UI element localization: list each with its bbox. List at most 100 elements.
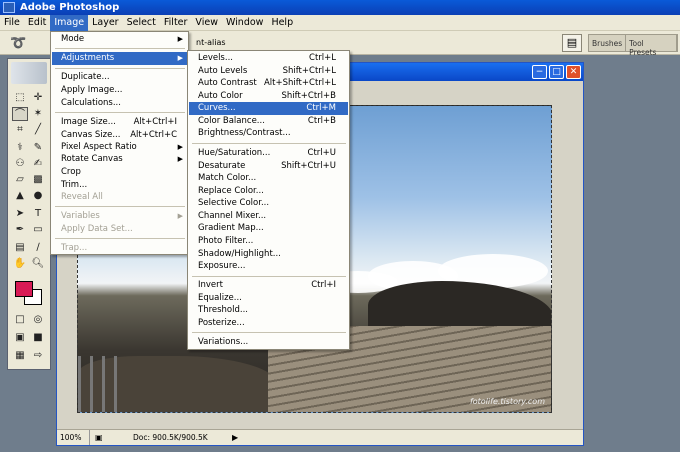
blur-icon[interactable]: ▲ (12, 189, 28, 203)
menu-item-color-balance[interactable]: Color Balance... Ctrl+B (189, 115, 348, 128)
jump-to-imageready-icon[interactable]: ⇨ (30, 349, 46, 363)
menu-item-mode[interactable]: Mode ▶ (52, 33, 187, 46)
menu-item-desaturate[interactable]: Desaturate Shift+Ctrl+U (189, 160, 348, 173)
slice-icon[interactable]: ╱ (30, 123, 46, 137)
menu-item-match-color[interactable]: Match Color... (189, 172, 348, 185)
menu-item-threshold[interactable]: Threshold... (189, 304, 348, 317)
menu-item-levels[interactable]: Levels... Ctrl+L (189, 52, 348, 65)
menu-item-apply-image[interactable]: Apply Image... (52, 84, 187, 97)
submenu-arrow-icon: ▶ (177, 54, 183, 62)
move-icon[interactable]: ✛ (30, 91, 46, 105)
screen-mode-standard-icon[interactable]: ▣ (12, 331, 28, 345)
quick-mask-icon[interactable]: ◎ (30, 313, 46, 327)
crop-icon[interactable]: ⌗ (12, 123, 28, 137)
menu-window[interactable]: Window (222, 15, 267, 31)
menu-item-gradient-map[interactable]: Gradient Map... (189, 222, 348, 235)
menu-item-reveal-all: Reveal All (61, 192, 103, 202)
hand-icon[interactable]: ✋ (12, 257, 28, 271)
menu-separator (55, 206, 185, 207)
photoshop-app-icon (3, 2, 15, 13)
antialias-label[interactable]: nt-alias (196, 38, 226, 47)
menu-item-auto-levels[interactable]: Auto Levels Shift+Ctrl+L (189, 65, 348, 78)
clone-stamp-icon[interactable]: ⚇ (12, 157, 28, 171)
close-icon[interactable]: ✕ (566, 65, 581, 79)
menu-item-auto-color[interactable]: Auto Color Shift+Ctrl+B (189, 90, 348, 103)
menu-filter[interactable]: Filter (160, 15, 192, 31)
menu-item-image-size[interactable]: Image Size... Alt+Ctrl+I (52, 116, 187, 129)
menu-item-channel-mixer[interactable]: Channel Mixer... (189, 210, 348, 223)
menu-item-crop[interactable]: Crop (52, 166, 187, 179)
type-icon[interactable]: T (30, 207, 46, 221)
menu-item-exposure[interactable]: Exposure... (189, 260, 348, 273)
menu-item-hue-saturation[interactable]: Hue/Saturation... Ctrl+U (189, 147, 348, 160)
path-selection-icon[interactable]: ➤ (12, 207, 28, 221)
pen-icon[interactable]: ✒ (12, 223, 28, 237)
menu-item-photo-filter[interactable]: Photo Filter... (189, 235, 348, 248)
foreground-color-swatch[interactable] (15, 281, 33, 297)
palette-toggle-icon[interactable]: ▤ (562, 34, 582, 52)
menu-item-apply-data-set: Apply Data Set... (61, 224, 133, 234)
dodge-icon[interactable]: ● (30, 189, 46, 203)
tool-presets-tab[interactable]: Tool Presets (626, 35, 677, 57)
menu-item-duplicate[interactable]: Duplicate... (52, 71, 187, 84)
minimize-icon[interactable]: − (532, 65, 547, 79)
menu-select[interactable]: Select (123, 15, 160, 31)
shape-icon[interactable]: ▭ (30, 223, 46, 237)
menu-help[interactable]: Help (267, 15, 297, 31)
submenu-arrow-icon: ▶ (177, 35, 183, 43)
image-menu: Mode ▶ Adjustments ▶ Duplicate... Apply Im… (50, 31, 189, 255)
menu-item-variations[interactable]: Variations... (189, 336, 348, 349)
maximize-icon[interactable]: □ (549, 65, 564, 79)
menu-item-trap: Trap... (61, 243, 88, 253)
menu-separator (55, 112, 185, 113)
menu-view[interactable]: View (191, 15, 222, 31)
menu-file[interactable]: File (0, 15, 24, 31)
title-bar: Adobe Photoshop (0, 0, 680, 15)
notes-icon[interactable]: ▤ (12, 241, 28, 255)
menu-layer[interactable]: Layer (88, 15, 123, 31)
menu-edit[interactable]: Edit (24, 15, 50, 31)
history-brush-icon[interactable]: ✍ (30, 157, 46, 171)
screen-mode-full-icon[interactable]: ■ (30, 331, 46, 345)
marquee-icon[interactable]: ⬚ (12, 91, 28, 105)
adjustments-submenu: Levels... Ctrl+L Auto Levels Shift+Ctrl+L … (187, 50, 350, 350)
doc-size: Doc: 900.5K/900.5K (133, 433, 208, 442)
menu-item-calculations[interactable]: Calculations... (52, 97, 187, 110)
menu-item-variables: Variables ▶ (61, 211, 183, 221)
menu-item-curves[interactable]: Curves... Ctrl+M (189, 102, 348, 115)
menu-item-rotate-canvas[interactable]: Rotate Canvas ▶ (52, 153, 187, 166)
document-icon[interactable]: ▣ (95, 430, 103, 445)
magic-wand-icon[interactable]: ✶ (30, 107, 46, 121)
menu-item-selective-color[interactable]: Selective Color... (189, 197, 348, 210)
eyedropper-icon[interactable]: ∕ (30, 241, 46, 255)
menu-image[interactable]: Image (50, 14, 89, 31)
lasso-tool-icon[interactable]: ⌒ (12, 107, 28, 121)
menu-item-brightness-contrast[interactable]: Brightness/Contrast... (189, 127, 348, 140)
menu-item-replace-color[interactable]: Replace Color... (189, 185, 348, 198)
menu-item-auto-contrast[interactable]: Auto Contrast Alt+Shift+Ctrl+L (189, 77, 348, 90)
gradient-icon[interactable]: ▩ (30, 173, 46, 187)
lasso-icon[interactable]: ➰ (10, 36, 26, 51)
toolbox: ⬚ ✛ ⌒ ✶ ⌗ ╱ ⚕ ✎ ⚇ ✍ ▱ ▩ ▲ ● ➤ T ✒ ▭ ▤ ∕ … (7, 58, 51, 370)
menu-separator (55, 68, 185, 69)
healing-brush-icon[interactable]: ⚕ (12, 141, 28, 155)
menu-separator (192, 143, 346, 144)
status-menu-arrow-icon[interactable]: ▶ (232, 430, 238, 445)
brush-icon[interactable]: ✎ (30, 141, 46, 155)
menu-item-invert[interactable]: Invert Ctrl+I (189, 279, 348, 292)
wooden-fence (78, 356, 118, 412)
zoom-level[interactable]: 100% (60, 430, 90, 445)
screen-mode-menu-icon[interactable]: ▦ (12, 349, 28, 363)
menu-item-shadow-highlight[interactable]: Shadow/Highlight... (189, 248, 348, 261)
menu-separator (192, 276, 346, 277)
menu-bar: File Edit Image Layer Select Filter View… (0, 14, 680, 31)
menu-item-posterize[interactable]: Posterize... (189, 317, 348, 330)
brushes-tab[interactable]: Brushes (589, 35, 627, 51)
menu-item-adjustments[interactable]: Adjustments ▶ (52, 52, 187, 65)
watermark: fotolife.tistory.com (469, 397, 545, 406)
zoom-icon[interactable]: 🔍︎ (30, 257, 46, 271)
standard-mode-icon[interactable]: □ (12, 313, 28, 327)
menu-separator (55, 48, 185, 49)
eraser-icon[interactable]: ▱ (12, 173, 28, 187)
menu-item-equalize[interactable]: Equalize... (189, 292, 348, 305)
